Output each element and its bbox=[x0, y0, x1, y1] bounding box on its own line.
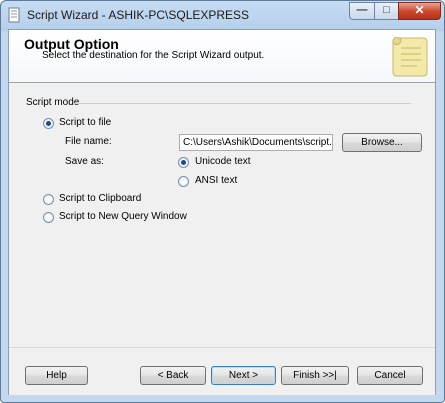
script-to-file-label[interactable]: Script to file bbox=[59, 117, 111, 128]
help-button[interactable]: Help bbox=[25, 366, 88, 385]
browse-button[interactable]: Browse... bbox=[342, 133, 422, 152]
finish-button[interactable]: Finish >>| bbox=[281, 366, 349, 385]
wizard-footer: Help < Back Next > Finish >>| Cancel bbox=[9, 347, 435, 395]
window-title: Script Wizard - ASHIK-PC\SQLEXPRESS bbox=[27, 8, 250, 22]
app-icon bbox=[8, 7, 20, 23]
unicode-text-label[interactable]: Unicode text bbox=[195, 156, 251, 167]
unicode-text-radio[interactable] bbox=[178, 157, 189, 168]
maximize-icon: □ bbox=[383, 4, 390, 16]
wizard-client-area: Output Option Select the destination for… bbox=[8, 29, 436, 395]
maximize-button[interactable]: □ bbox=[374, 2, 399, 20]
group-divider bbox=[74, 103, 411, 104]
ansi-text-radio[interactable] bbox=[178, 176, 189, 187]
script-to-clipboard-radio[interactable] bbox=[43, 194, 54, 205]
script-wizard-window: Script Wizard - ASHIK-PC\SQLEXPRESS — □ … bbox=[0, 0, 445, 403]
script-to-new-query-window-radio[interactable] bbox=[43, 212, 54, 223]
script-to-new-query-window-label[interactable]: Script to New Query Window bbox=[59, 211, 187, 222]
script-to-file-radio[interactable] bbox=[43, 118, 54, 129]
close-button[interactable]: ✕ bbox=[398, 2, 441, 20]
script-to-clipboard-label[interactable]: Script to Clipboard bbox=[59, 193, 141, 204]
ansi-text-label[interactable]: ANSI text bbox=[195, 175, 237, 186]
file-name-input[interactable]: C:\Users\Ashik\Documents\script.s bbox=[179, 134, 333, 151]
file-name-label: File name: bbox=[65, 136, 112, 147]
close-icon: ✕ bbox=[414, 3, 425, 17]
save-as-label: Save as: bbox=[65, 156, 104, 167]
wizard-header: Output Option Select the destination for… bbox=[9, 30, 435, 83]
back-button[interactable]: < Back bbox=[140, 366, 206, 385]
page-subtitle: Select the destination for the Script Wi… bbox=[42, 50, 265, 61]
next-button[interactable]: Next > bbox=[211, 366, 276, 385]
scroll-icon bbox=[392, 37, 428, 77]
title-bar[interactable]: Script Wizard - ASHIK-PC\SQLEXPRESS — □ … bbox=[1, 1, 444, 29]
cancel-button[interactable]: Cancel bbox=[357, 366, 423, 385]
wizard-body: Script mode Script to file File name: C:… bbox=[9, 83, 435, 347]
minimize-icon: — bbox=[356, 4, 368, 16]
script-mode-group-label: Script mode bbox=[26, 97, 80, 108]
minimize-button[interactable]: — bbox=[349, 2, 375, 20]
